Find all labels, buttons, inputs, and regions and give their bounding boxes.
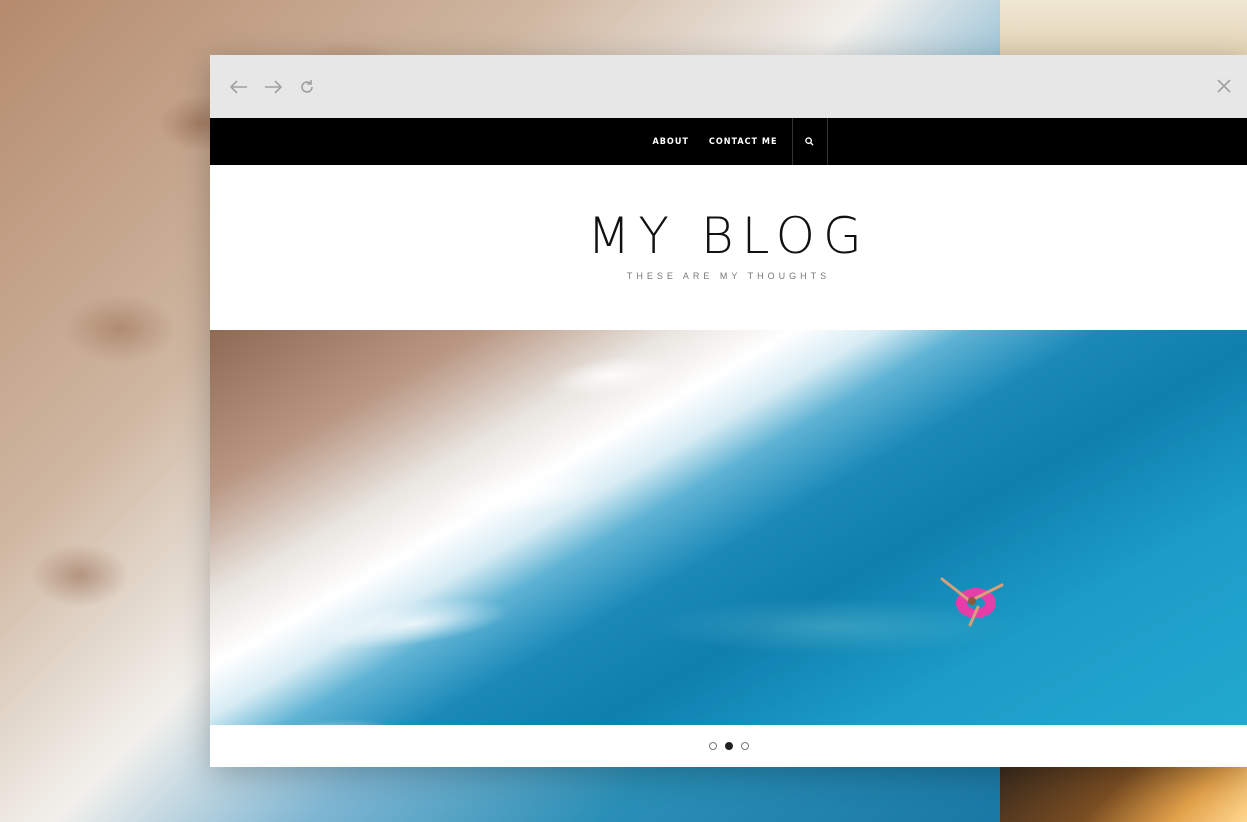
- arrow-left-icon[interactable]: [222, 70, 256, 104]
- search-icon[interactable]: [791, 118, 828, 165]
- slider-dot[interactable]: [708, 742, 717, 750]
- swimmer-pink-float: [940, 577, 1004, 627]
- nav-item-about[interactable]: ABOUT: [643, 137, 699, 147]
- slider-pagination: [210, 725, 1247, 767]
- slider-dot[interactable]: [740, 742, 749, 750]
- wave-foam: [210, 330, 883, 725]
- site-nav-bar: ABOUT CONTACT ME: [210, 118, 1247, 165]
- site-title[interactable]: MY BLOG: [210, 165, 1247, 265]
- browser-window: ABOUT CONTACT ME MY BLOG THESE ARE MY TH…: [210, 55, 1247, 767]
- browser-toolbar: [210, 55, 1247, 118]
- slider-dot-active[interactable]: [724, 742, 733, 750]
- reload-icon[interactable]: [290, 70, 324, 104]
- background-photo-sunset: [1000, 767, 1247, 822]
- close-icon[interactable]: [1207, 69, 1241, 103]
- nav-item-contact-me[interactable]: CONTACT ME: [699, 137, 788, 147]
- site-tagline: THESE ARE MY THOUGHTS: [626, 271, 831, 281]
- hero-slide-image[interactable]: [210, 330, 1247, 725]
- background-photo-sand: [1000, 0, 1247, 60]
- arrow-right-icon[interactable]: [256, 70, 290, 104]
- site-header: MY BLOG THESE ARE MY THOUGHTS: [210, 165, 1247, 330]
